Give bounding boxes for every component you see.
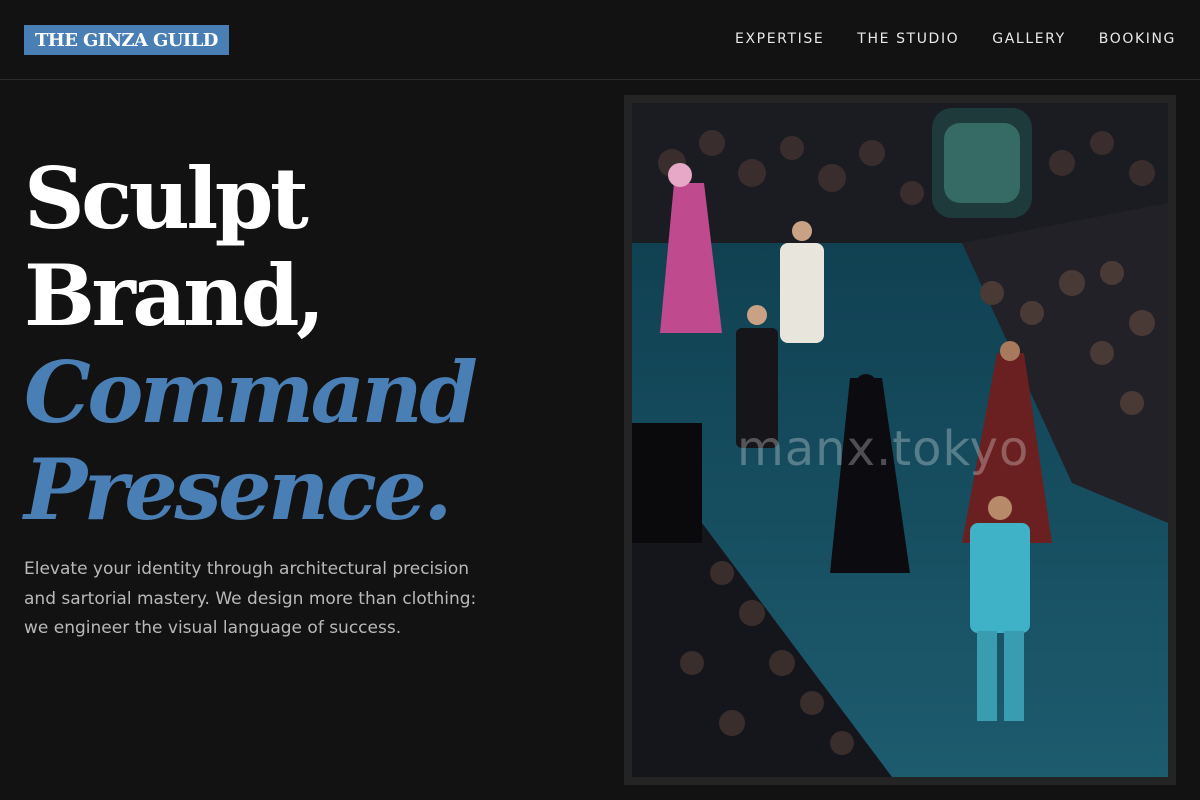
hero-title-line-1: Sculpt [24, 149, 309, 248]
brand-logo[interactable]: THE GINZA GUILD [24, 25, 229, 55]
hero-title-line-4: Presence. [24, 440, 453, 539]
hero-title-line-3: Command [24, 343, 478, 442]
hero-title-line-2: Brand, [24, 246, 325, 345]
nav-link-booking[interactable]: BOOKING [1099, 31, 1176, 47]
hero-image-frame: manx.tokyo [624, 95, 1176, 785]
nav-link-the-studio[interactable]: THE STUDIO [857, 31, 959, 47]
hero-description: Elevate your identity through architectu… [24, 559, 477, 638]
photo-watermark: manx.tokyo [737, 421, 1030, 477]
site-header: THE GINZA GUILD EXPERTISE THE STUDIO GAL… [0, 0, 1200, 80]
nav-link-expertise[interactable]: EXPERTISE [735, 31, 824, 47]
hero-title: Sculpt Brand, Command Presence. [24, 149, 478, 539]
main-nav: EXPERTISE THE STUDIO GALLERY BOOKING [735, 31, 1176, 47]
nav-link-gallery[interactable]: GALLERY [992, 31, 1065, 47]
runway-photo: manx.tokyo [632, 103, 1168, 777]
